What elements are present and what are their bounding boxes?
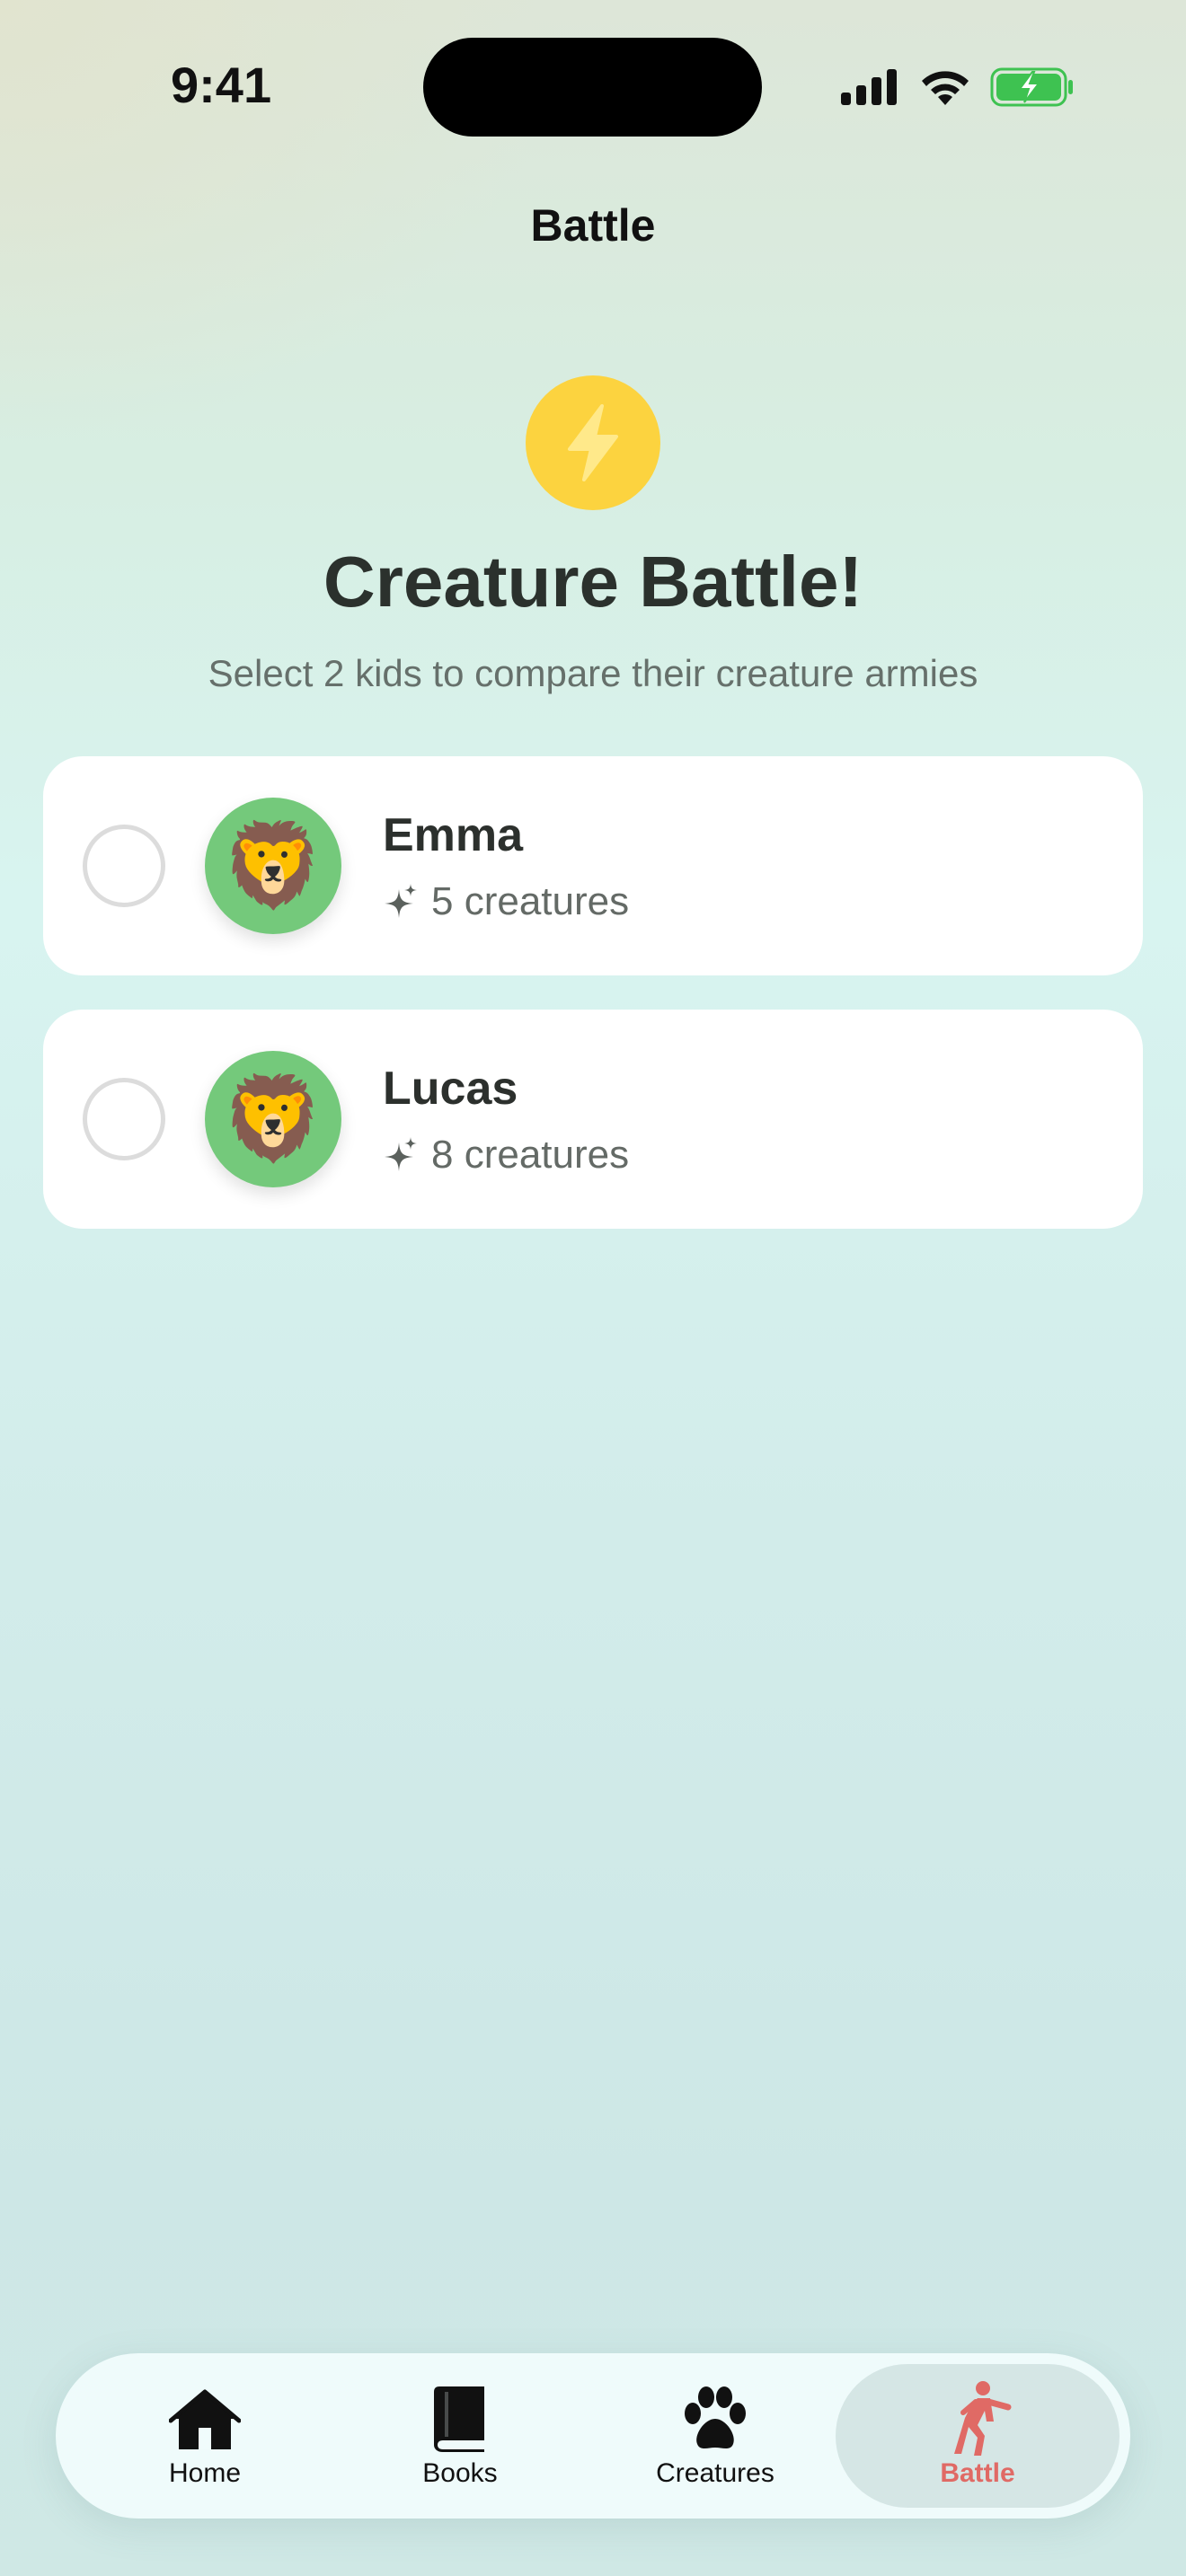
battery-charging-icon bbox=[990, 67, 1073, 107]
paw-icon bbox=[685, 2386, 746, 2448]
creature-count-label: 8 creatures bbox=[431, 1133, 630, 1177]
tab-home[interactable]: Home bbox=[86, 2353, 323, 2519]
lion-avatar-icon: 🦁 bbox=[221, 820, 325, 912]
tab-bar: Home Books Creatures Battle bbox=[56, 2353, 1130, 2519]
select-radio[interactable] bbox=[83, 1078, 165, 1160]
tab-label: Creatures bbox=[656, 2458, 774, 2488]
avatar: 🦁 bbox=[205, 1051, 341, 1187]
creature-count-label: 5 creatures bbox=[431, 879, 630, 923]
tab-label: Books bbox=[422, 2458, 498, 2488]
status-time: 9:41 bbox=[171, 57, 272, 113]
sparkles-icon bbox=[385, 884, 417, 918]
kid-name: Lucas bbox=[383, 1063, 518, 1115]
house-icon bbox=[169, 2389, 241, 2449]
sparkles-icon bbox=[385, 1137, 417, 1171]
select-radio[interactable] bbox=[83, 825, 165, 907]
lion-avatar-icon: 🦁 bbox=[221, 1073, 325, 1165]
kid-card-emma[interactable]: 🦁 Emma 5 creatures bbox=[43, 756, 1143, 975]
hero-title: Creature Battle! bbox=[323, 542, 863, 622]
nav-title: Battle bbox=[530, 200, 656, 251]
creature-count: 8 creatures bbox=[383, 1130, 629, 1180]
creature-count: 5 creatures bbox=[383, 877, 629, 927]
fencing-figure-icon bbox=[954, 2381, 1012, 2456]
tab-books[interactable]: Books bbox=[341, 2353, 579, 2519]
avatar: 🦁 bbox=[205, 798, 341, 934]
kid-name: Emma bbox=[383, 809, 524, 861]
status-icons bbox=[839, 65, 1075, 110]
tab-creatures[interactable]: Creatures bbox=[597, 2353, 834, 2519]
lightning-bolt-icon bbox=[526, 375, 660, 510]
book-icon bbox=[434, 2386, 484, 2452]
hero-subtitle: Select 2 kids to compare their creature … bbox=[208, 652, 978, 694]
tab-battle[interactable]: Battle bbox=[836, 2364, 1120, 2508]
dynamic-island bbox=[423, 38, 762, 137]
wifi-icon bbox=[922, 71, 969, 105]
tab-label: Battle bbox=[940, 2458, 1015, 2488]
status-bar: 9:41 bbox=[0, 0, 1186, 171]
kid-card-lucas[interactable]: 🦁 Lucas 8 creatures bbox=[43, 1010, 1143, 1229]
cellular-signal-icon bbox=[841, 69, 897, 105]
tab-label: Home bbox=[168, 2458, 242, 2488]
